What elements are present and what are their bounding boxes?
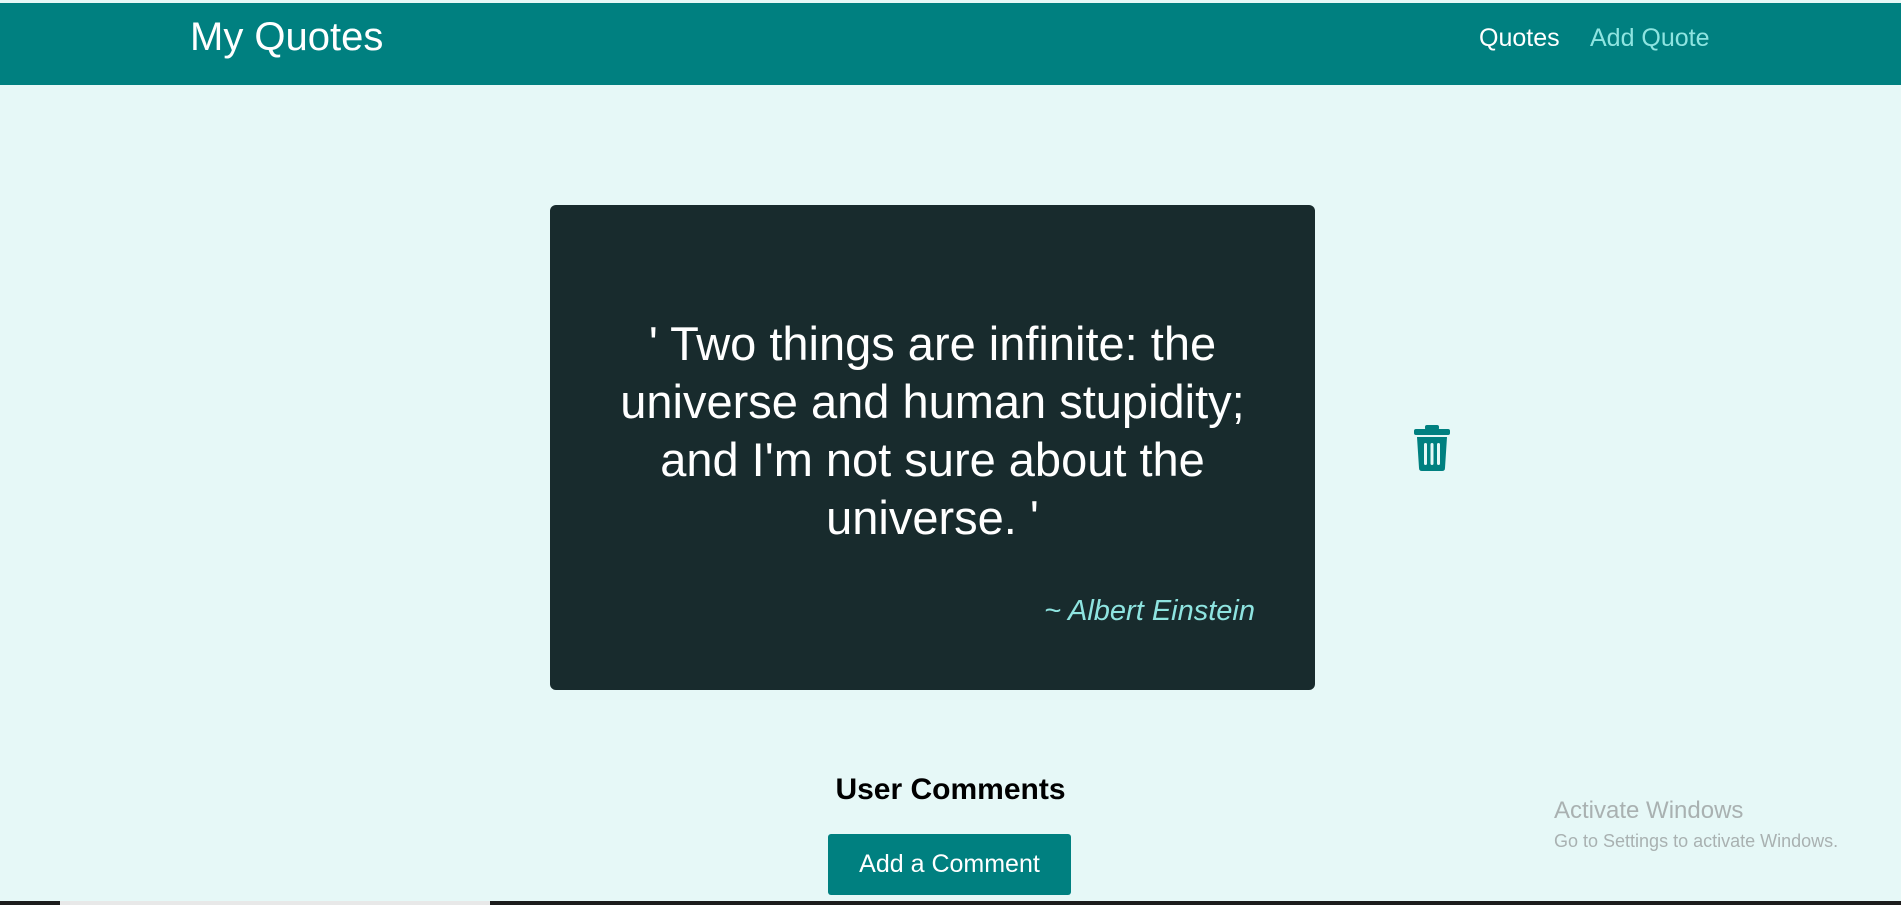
quote-author: ~ Albert Einstein [1044, 595, 1255, 627]
trash-icon[interactable] [1412, 425, 1452, 471]
add-comment-button[interactable]: Add a Comment [828, 834, 1071, 895]
nav-link-quotes[interactable]: Quotes [1479, 24, 1560, 53]
activate-windows-watermark: Activate Windows Go to Settings to activ… [1554, 797, 1838, 852]
quote-card: ' Two things are infinite: the universe … [550, 205, 1315, 690]
quote-text: ' Two things are infinite: the universe … [620, 317, 1245, 544]
navbar: My Quotes Quotes Add Quote [0, 3, 1901, 85]
activate-windows-title: Activate Windows [1554, 797, 1744, 824]
activate-windows-subtitle: Go to Settings to activate Windows. [1554, 831, 1839, 851]
taskbar-edge-highlight [60, 901, 490, 905]
nav-link-add-quote[interactable]: Add Quote [1590, 24, 1710, 53]
brand-title[interactable]: My Quotes [190, 15, 383, 60]
